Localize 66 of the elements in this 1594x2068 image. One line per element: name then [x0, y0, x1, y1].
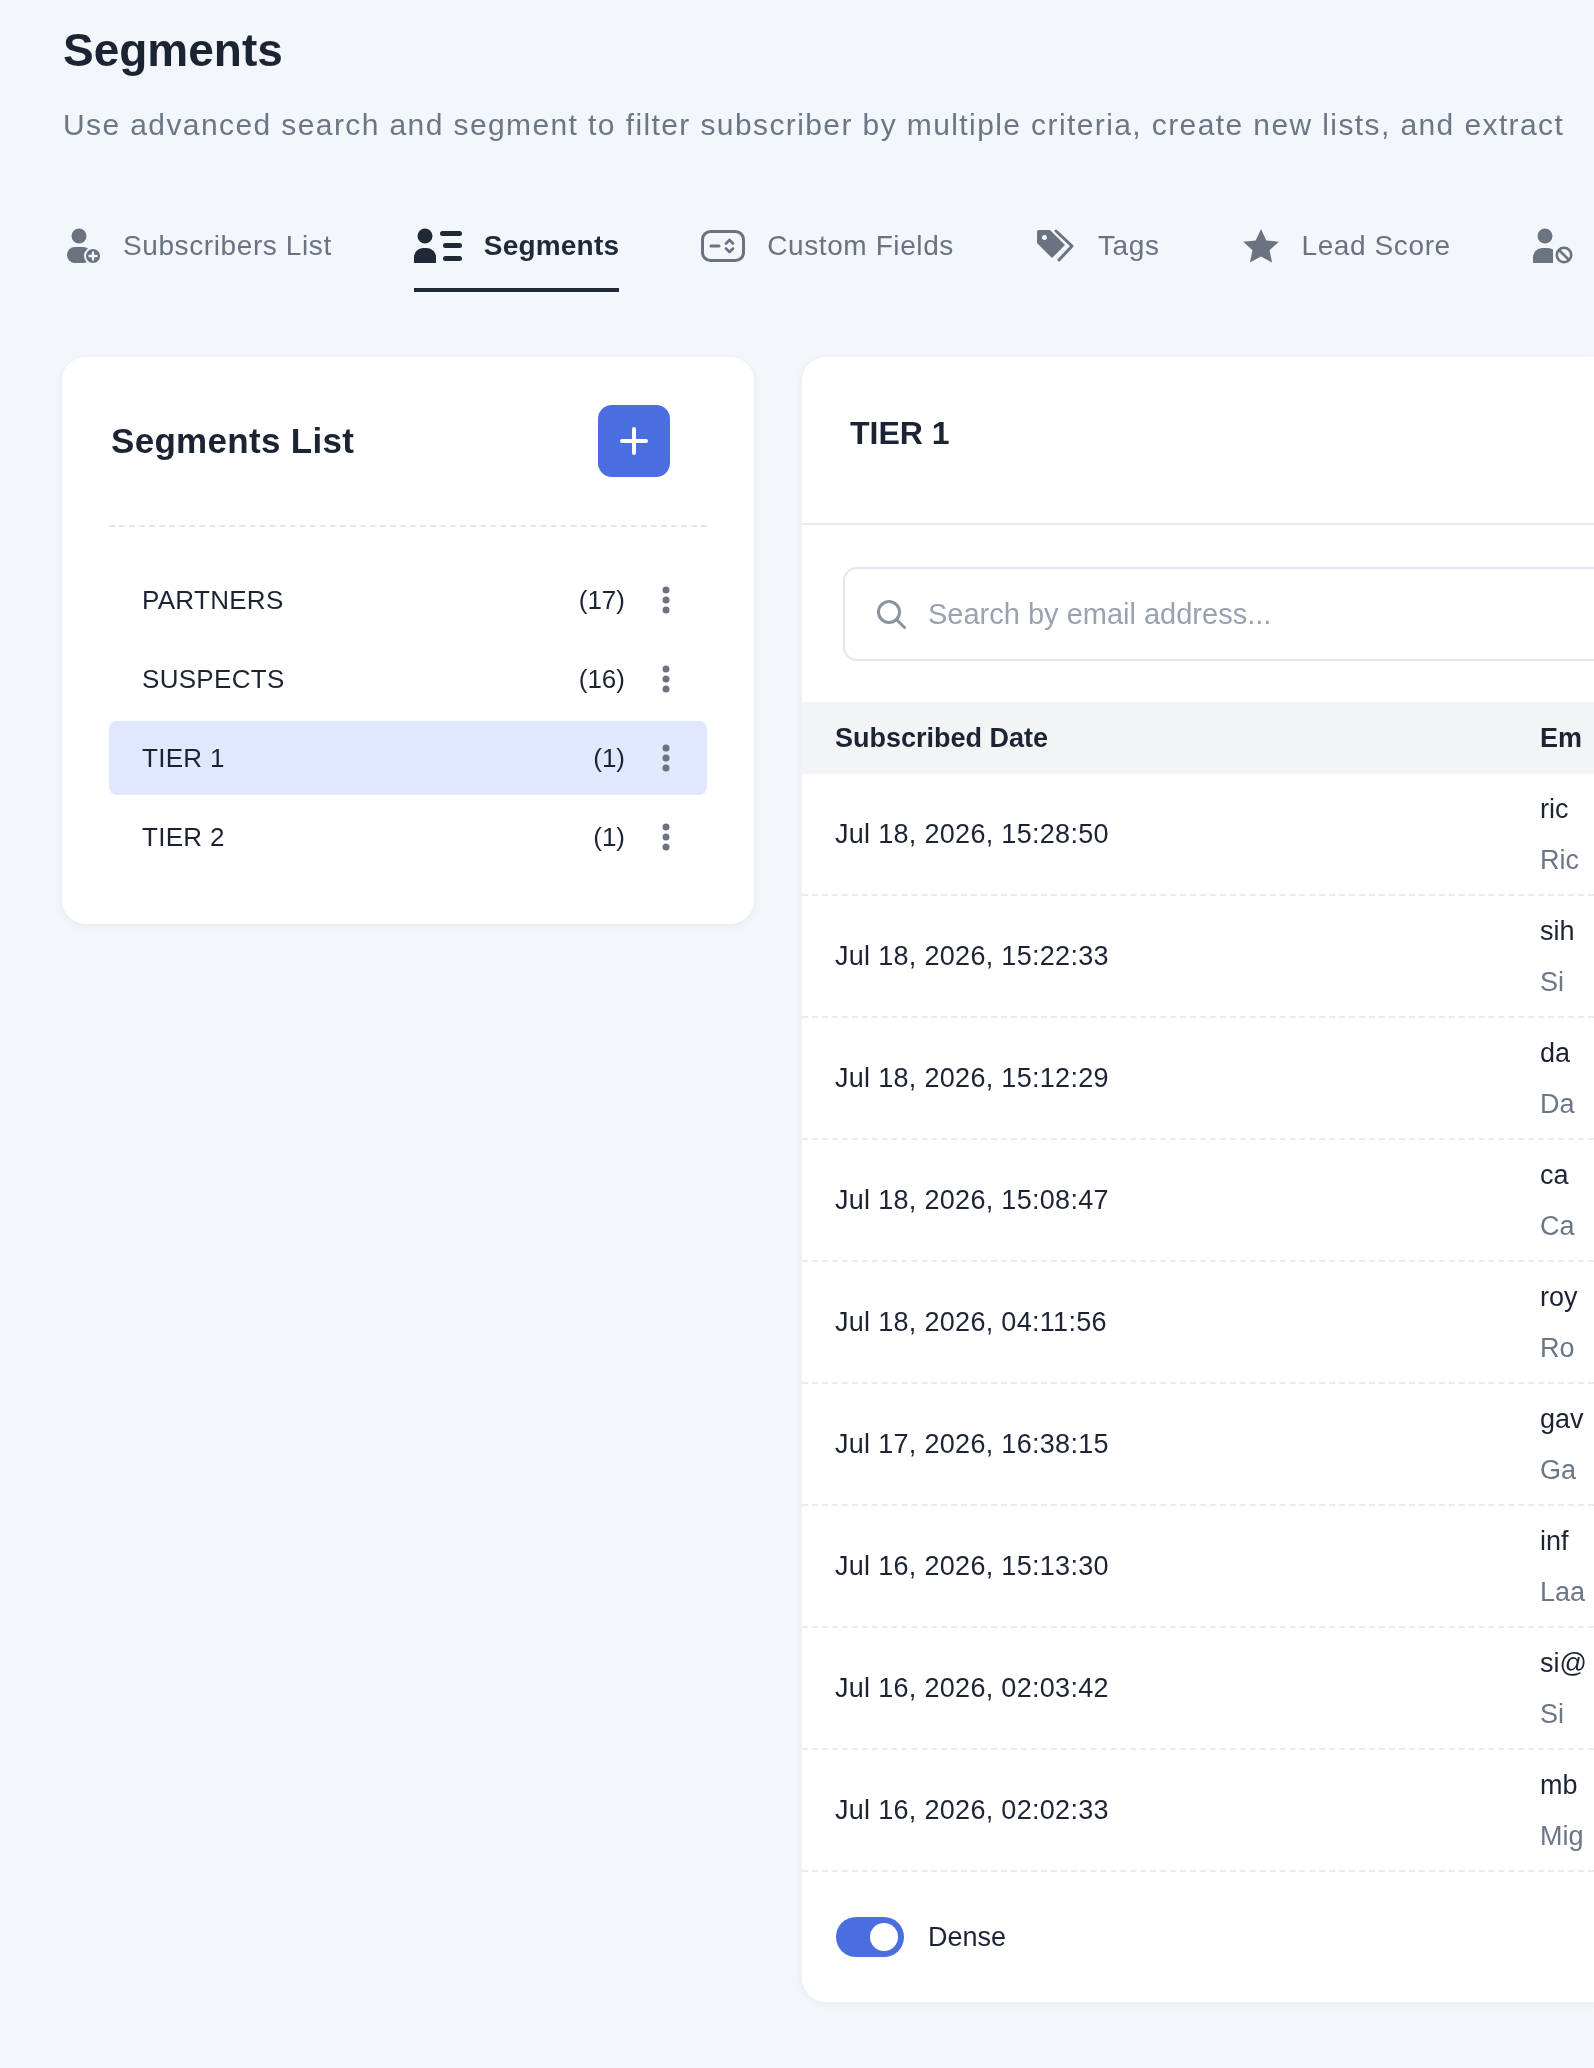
- column-header: Subscribed Date: [835, 722, 1050, 754]
- dense-toggle[interactable]: [836, 1917, 904, 1957]
- subscribed-date: Jul 18, 2026, 04:11:56: [835, 1306, 1108, 1338]
- segment-count: (1): [593, 742, 625, 774]
- name-text: Ca: [1540, 1209, 1576, 1243]
- more-options-icon[interactable]: [662, 665, 670, 693]
- subscribed-date: Jul 18, 2026, 15:28:50: [835, 818, 1110, 850]
- subscribed-date: Jul 16, 2026, 15:13:30: [835, 1550, 1110, 1582]
- search-icon: [876, 599, 906, 629]
- subscribed-date: Jul 17, 2026, 16:38:15: [835, 1428, 1110, 1460]
- search-field[interactable]: Search by email address...: [843, 567, 1594, 661]
- name-text: Si: [1540, 965, 1565, 999]
- email-text: ca: [1540, 1158, 1570, 1192]
- tab[interactable]: Subscribers List: [67, 228, 332, 292]
- segment-count: (17): [578, 584, 625, 616]
- email-text: si@: [1540, 1646, 1588, 1680]
- segment-list-item[interactable]: SUSPECTS (16): [109, 642, 707, 716]
- more-options-icon[interactable]: [662, 744, 670, 772]
- subscribed-date: Jul 16, 2026, 02:02:33: [835, 1794, 1110, 1826]
- name-text: Ro: [1540, 1331, 1576, 1365]
- email-text: roy: [1540, 1280, 1579, 1314]
- subscribed-date: Jul 18, 2026, 15:22:33: [835, 940, 1110, 972]
- card-title: Segments List: [111, 420, 355, 462]
- segment-count: (16): [578, 663, 625, 695]
- person-blocked-icon: [1532, 228, 1573, 264]
- subscribed-date: Jul 18, 2026, 15:08:47: [835, 1184, 1110, 1216]
- name-text: Laa: [1540, 1575, 1587, 1609]
- email-text: mb: [1540, 1768, 1579, 1802]
- segment-count: (1): [593, 821, 625, 853]
- email-text: ric: [1540, 792, 1570, 826]
- column-header: Em: [1540, 722, 1584, 754]
- segment-list-item[interactable]: PARTNERS (17): [109, 563, 707, 637]
- segment-name: PARTNERS: [142, 584, 285, 616]
- subscribed-date: Jul 18, 2026, 15:12:29: [835, 1062, 1110, 1094]
- name-text: Ric: [1540, 843, 1580, 877]
- name-text: Da: [1540, 1087, 1576, 1121]
- tab[interactable]: Custom Fields: [701, 228, 954, 292]
- name-text: Mig: [1540, 1819, 1585, 1853]
- segment-list-item[interactable]: TIER 1 (1): [109, 721, 707, 795]
- star-icon: [1241, 228, 1280, 264]
- segment-list-item[interactable]: TIER 2 (1): [109, 800, 707, 874]
- email-text: inf: [1540, 1524, 1570, 1558]
- page-title: Segments: [63, 24, 284, 76]
- form-field-icon: [701, 230, 746, 262]
- tab[interactable]: Lead Score: [1241, 228, 1451, 292]
- segment-name: TIER 2: [142, 821, 226, 853]
- segment-name: SUSPECTS: [142, 663, 286, 695]
- name-text: Ga: [1540, 1453, 1578, 1487]
- tab[interactable]: Segments: [413, 228, 620, 292]
- add-button[interactable]: [598, 405, 670, 477]
- toggle-label: Dense: [928, 1921, 1007, 1953]
- subscribed-date: Jul 16, 2026, 02:03:42: [835, 1672, 1110, 1704]
- person-add-icon: [67, 228, 101, 264]
- email-text: da: [1540, 1036, 1572, 1070]
- page-subtitle: Use advanced search and segment to filter subscriber by multiple criteria, create new lists, and extract: [63, 107, 1566, 143]
- tab[interactable]: Tags: [1035, 228, 1160, 292]
- tags-icon: [1035, 229, 1076, 263]
- card-title: TIER 1: [850, 414, 951, 453]
- more-options-icon[interactable]: [662, 586, 670, 614]
- email-text: gav: [1540, 1402, 1585, 1436]
- name-text: Si: [1540, 1697, 1565, 1731]
- more-options-icon[interactable]: [662, 823, 670, 851]
- segment-name: TIER 1: [142, 742, 226, 774]
- plus-icon: [619, 426, 649, 456]
- person-list-icon: [413, 228, 462, 264]
- email-text: sih: [1540, 914, 1576, 948]
